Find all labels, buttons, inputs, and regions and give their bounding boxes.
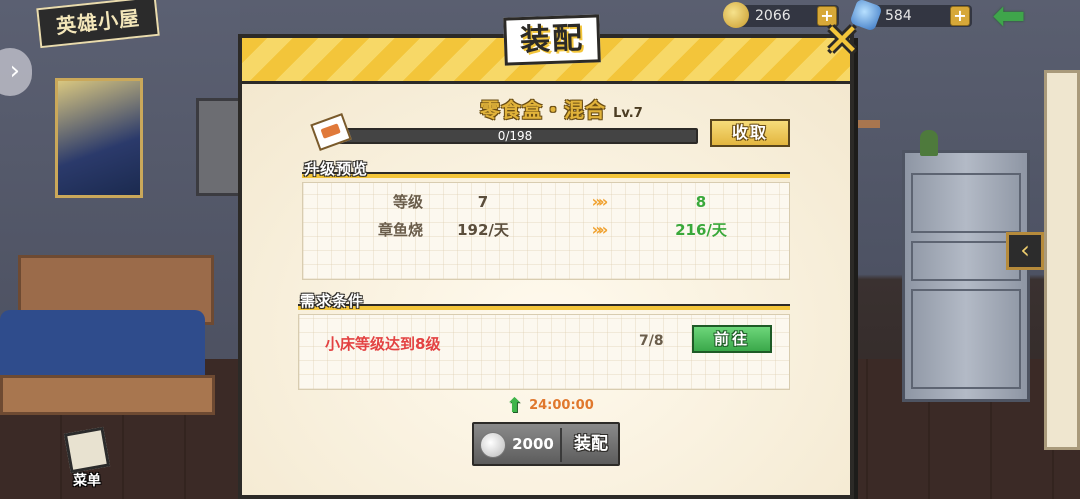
preview-row-level: 等级 7 »» 8 — [303, 189, 789, 215]
item-name: 零食盒・混合 — [480, 98, 606, 122]
equip-label: 装配 — [574, 434, 608, 454]
dialog-title: 装配 — [519, 20, 585, 59]
requirements-section-line — [298, 304, 790, 310]
preview-label: 章鱼烧 — [377, 221, 423, 239]
equip-button[interactable]: 2000 装配 — [472, 422, 620, 466]
menu-button[interactable]: 菜单 — [62, 426, 112, 496]
lightbulb-coin-icon — [480, 432, 506, 458]
upgrade-timer: ⬆ 24:00:00 — [506, 394, 594, 418]
requirements-section-title: 需求条件 — [300, 292, 365, 310]
fridge-door-top — [911, 173, 1021, 233]
gem-amount: 584 — [885, 8, 912, 24]
fridge-door-bottom — [911, 289, 1021, 389]
claim-button[interactable]: 收取 — [710, 119, 790, 147]
double-chevron-icon: »» — [591, 220, 609, 239]
right-wall-panel — [1044, 70, 1080, 450]
requirement-count: 7/8 — [639, 333, 664, 349]
dialog-title-plate: 装配 — [503, 14, 601, 66]
wall-shelf — [850, 120, 880, 128]
back-arrow-icon[interactable]: ⬅ — [980, 0, 1038, 36]
bed-blanket — [0, 310, 205, 385]
add-gems-button[interactable]: + — [950, 6, 970, 26]
chevron-left-icon[interactable]: ‹ — [1006, 232, 1044, 270]
timer-text: 24:00:00 — [529, 397, 594, 413]
go-button[interactable]: 前往 — [692, 325, 772, 353]
menu-notebook-icon — [63, 426, 111, 474]
close-button[interactable]: ✕ — [822, 19, 862, 63]
potted-plant — [920, 130, 938, 156]
gold-amount: 2066 — [755, 8, 791, 24]
preview-current: 192/天 — [457, 221, 509, 239]
gem-counter: 584 + — [849, 0, 972, 32]
requirement-text: 小床等级达到8级 — [325, 335, 441, 353]
bed[interactable] — [0, 255, 220, 415]
preview-next: 216/天 — [675, 221, 727, 239]
item-level: Lv.7 — [613, 106, 643, 121]
equip-dialog: 装配 ✕ 零食盒・混合 Lv.7 0/198 收取 升级预览 等级 7 »» 8… — [238, 14, 860, 499]
equip-cost: 2000 — [512, 435, 554, 453]
wall-picture — [196, 98, 244, 196]
requirements-panel: 小床等级达到8级 7/8 前往 — [298, 314, 790, 390]
preview-label: 等级 — [392, 193, 423, 211]
progress-text: 0/198 — [497, 129, 533, 143]
equip-button-divider — [560, 428, 562, 462]
upgrade-arrow-icon: ⬆ — [506, 393, 523, 417]
preview-section-line — [302, 172, 790, 178]
fridge-drawer — [911, 241, 1021, 281]
fridge[interactable] — [902, 150, 1030, 402]
preview-panel: 等级 7 »» 8 章鱼烧 192/天 »» 216/天 — [302, 182, 790, 280]
preview-current: 7 — [477, 193, 489, 211]
coin-icon — [723, 2, 749, 28]
menu-label: 菜单 — [73, 473, 101, 489]
item-title: 零食盒・混合 Lv.7 — [480, 94, 643, 122]
hero-poster — [55, 78, 143, 198]
preview-next: 8 — [695, 193, 707, 211]
preview-row-takoyaki: 章鱼烧 192/天 »» 216/天 — [303, 217, 789, 243]
storage-progress-bar: 0/198 — [332, 128, 698, 144]
double-chevron-icon: »» — [591, 192, 609, 211]
bed-base — [0, 375, 215, 415]
preview-section-title: 升级预览 — [304, 160, 369, 178]
